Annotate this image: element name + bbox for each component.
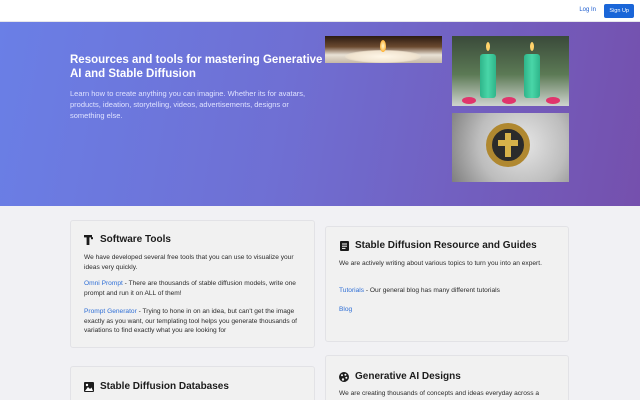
software-tools-title: Software Tools [100, 234, 171, 245]
tutorials-item: Tutorials - Our general blog has many di… [339, 286, 559, 296]
tutorials-link[interactable]: Tutorials [339, 287, 364, 294]
hero-subtitle: Learn how to create anything you can ima… [70, 89, 306, 120]
software-tools-heading: Software Tools [84, 234, 171, 245]
ring-image [452, 113, 569, 182]
candle-image [325, 36, 442, 63]
designs-intro: We are creating thousands of concepts an… [339, 390, 540, 397]
vases-image [452, 36, 569, 106]
hero-title: Resources and tools for mastering Genera… [70, 54, 323, 80]
prompt-generator-link[interactable]: Prompt Generator [84, 308, 137, 315]
databases-title: Stable Diffusion Databases [100, 381, 229, 392]
software-tools-intro: We have developed several free tools tha… [84, 254, 294, 271]
signup-button[interactable]: Sign Up [604, 4, 634, 18]
software-tools-card: Software Tools We have developed several… [70, 220, 315, 348]
designs-heading: Generative AI Designs [339, 371, 461, 382]
text-tool-icon [84, 234, 94, 245]
resources-guides-card: Stable Diffusion Resource and Guides We … [325, 226, 569, 342]
blog-link[interactable]: Blog [339, 306, 352, 313]
tutorials-text: - Our general blog has many different tu… [364, 287, 500, 294]
databases-heading: Stable Diffusion Databases [84, 381, 229, 392]
databases-card: Stable Diffusion Databases [70, 366, 315, 400]
omni-prompt-link[interactable]: Omni Prompt [84, 280, 123, 287]
palette-icon [339, 371, 349, 382]
omni-prompt-item: Omni Prompt - There are thousands of sta… [84, 279, 304, 298]
resources-guides-intro: We are actively writing about various to… [339, 260, 542, 267]
image-database-icon [84, 381, 94, 392]
login-link[interactable]: Log In [575, 4, 600, 16]
blog-item: Blog [339, 305, 352, 315]
resources-guides-title: Stable Diffusion Resource and Guides [355, 240, 537, 251]
document-icon [339, 240, 349, 251]
designs-card: Generative AI Designs We are creating th… [325, 355, 569, 400]
prompt-generator-item: Prompt Generator - Trying to hone in on … [84, 307, 306, 336]
resources-guides-heading: Stable Diffusion Resource and Guides [339, 240, 537, 251]
designs-title: Generative AI Designs [355, 371, 461, 382]
top-navbar: Log In Sign Up [0, 0, 640, 22]
